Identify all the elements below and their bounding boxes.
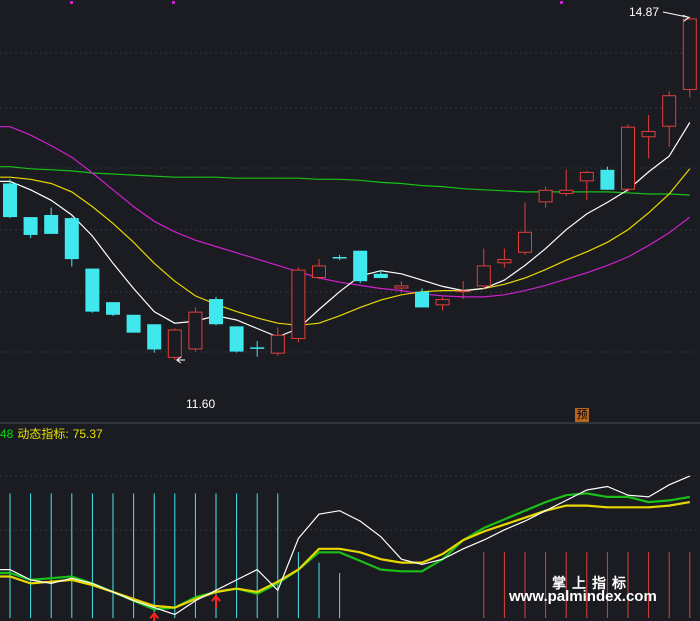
candle-body — [64, 218, 79, 260]
candle-body — [600, 169, 615, 190]
candle-14 — [291, 267, 306, 343]
top-dot-0 — [70, 1, 73, 4]
candle-body — [332, 257, 347, 259]
indicator-prefix: 48 — [0, 427, 14, 441]
candle-body — [85, 268, 100, 312]
candle-body — [23, 217, 38, 235]
candle-body — [518, 231, 532, 253]
candle-27 — [559, 169, 574, 197]
pre-badge: 预 — [575, 408, 589, 422]
candle-13 — [270, 327, 285, 356]
candle-33 — [682, 16, 697, 98]
candle-10 — [209, 296, 223, 326]
candle-30 — [621, 124, 635, 192]
candle-body — [229, 326, 244, 352]
candle-body — [579, 171, 594, 182]
buy-arrow-0 — [149, 611, 159, 621]
chart-grid — [0, 1, 700, 531]
candle-3 — [64, 217, 79, 267]
candle-body — [250, 347, 265, 349]
low-price-label: 11.60 — [186, 397, 216, 411]
candle-body — [682, 18, 697, 90]
candle-17 — [353, 250, 368, 284]
candle-body — [353, 250, 368, 282]
candle-body — [476, 265, 491, 287]
candle-body — [435, 299, 450, 306]
candle-25 — [518, 202, 532, 255]
candle-8 — [167, 328, 182, 360]
top-dot-2 — [560, 1, 563, 4]
candle-1 — [23, 217, 38, 239]
candle-body — [147, 324, 162, 350]
ma-line-magenta — [0, 126, 691, 298]
top-dot-1 — [172, 1, 175, 4]
candle-9 — [188, 307, 203, 352]
candles — [3, 16, 697, 360]
candle-body — [167, 329, 182, 358]
candle-body — [394, 285, 409, 289]
candle-12 — [250, 341, 265, 357]
candle-body — [662, 95, 677, 127]
candle-4 — [85, 268, 100, 313]
buy-arrow-1 — [211, 594, 221, 609]
candle-11 — [229, 326, 244, 353]
candle-2 — [44, 207, 59, 234]
indicator-name: 动态指标: — [17, 427, 69, 441]
candle-body — [497, 259, 512, 264]
candle-body — [188, 311, 203, 350]
candle-body — [456, 290, 471, 293]
candle-32 — [662, 91, 677, 147]
candle-body — [559, 189, 574, 194]
candle-body — [126, 314, 141, 333]
candle-15 — [312, 259, 326, 280]
watermark-url: www.palmindex.com — [509, 588, 657, 605]
candle-body — [3, 183, 17, 218]
candle-16 — [332, 254, 347, 261]
indicator-value: 75.37 — [72, 427, 103, 441]
indicator-label: 48 动态指标: 75.37 — [0, 425, 103, 442]
candle-31 — [641, 115, 656, 159]
candle-28 — [579, 170, 594, 201]
candle-29 — [600, 166, 615, 190]
candle-body — [209, 299, 223, 325]
candle-6 — [126, 314, 141, 333]
candle-0 — [3, 179, 17, 219]
candle-body — [641, 130, 656, 138]
candle-21 — [435, 296, 450, 311]
high-marker-arrow — [662, 11, 690, 22]
candle-7 — [147, 324, 162, 353]
candlestick-chart — [0, 1, 700, 621]
candle-24 — [497, 248, 512, 268]
candle-body — [44, 214, 59, 234]
candle-body — [312, 265, 326, 279]
candle-body — [270, 334, 285, 354]
candle-body — [538, 189, 553, 203]
high-price-label: 14.87 — [629, 5, 660, 19]
candle-body — [106, 302, 120, 315]
candle-body — [291, 269, 306, 339]
low-marker-arrow — [175, 356, 185, 364]
candle-5 — [106, 302, 120, 316]
candle-body — [373, 273, 388, 279]
candle-26 — [538, 186, 553, 208]
candle-23 — [476, 248, 491, 290]
candle-body — [621, 126, 635, 190]
candle-body — [415, 291, 429, 308]
